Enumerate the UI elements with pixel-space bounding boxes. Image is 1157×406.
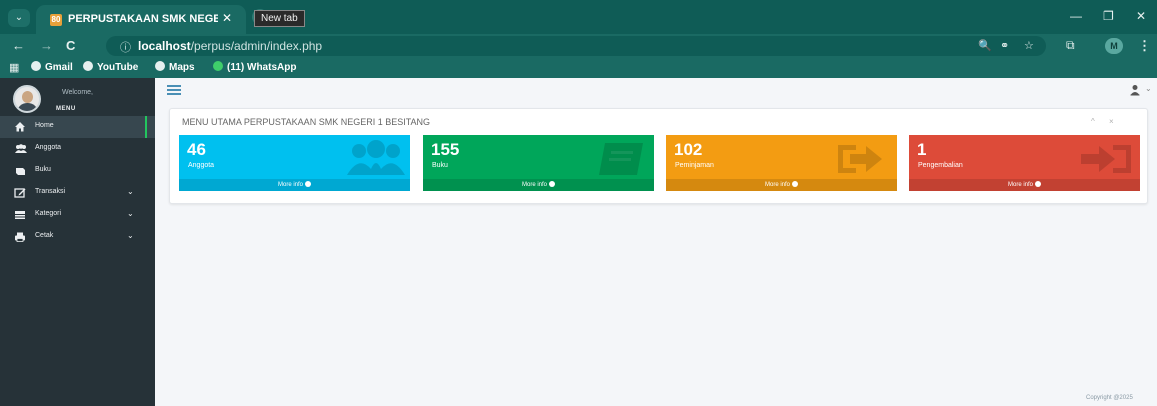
address-toolbar: ← → C ⓘ localhost/perpus/admin/index.php…	[0, 34, 1157, 58]
more-info-link[interactable]: More info	[909, 179, 1140, 191]
book-icon	[599, 143, 643, 175]
url-text[interactable]: localhost/perpus/admin/index.php	[138, 39, 322, 53]
arrow-circle-right-icon	[305, 181, 311, 187]
edit-icon	[14, 187, 26, 199]
sidebar: Welcome, MENU Home Anggota Buku Transaks…	[0, 78, 155, 406]
user-icon[interactable]	[1129, 84, 1141, 99]
sidebar-item-cetak[interactable]: Cetak ⌄	[0, 226, 155, 248]
globe-icon	[155, 61, 165, 71]
apps-grid-icon[interactable]: ▦	[9, 61, 19, 74]
stat-value: 155	[431, 140, 460, 159]
browser-tab-bar: ⌄ 80 PERPUSTAKAAN SMK NEGERI 1 ✕ New tab…	[0, 0, 1157, 34]
print-icon	[14, 231, 26, 243]
maximize-button[interactable]: ❐	[1103, 9, 1114, 23]
welcome-text: Welcome,	[62, 89, 93, 96]
avatar	[13, 85, 41, 113]
page-title: MENU UTAMA PERPUSTAKAAN SMK NEGERI 1 BES…	[182, 117, 431, 127]
reload-button[interactable]: C	[66, 38, 75, 53]
hamburger-menu-icon[interactable]	[167, 85, 181, 95]
stat-card-buku: 155 Buku More info	[423, 135, 654, 191]
bookmark-maps[interactable]: Maps	[155, 61, 195, 73]
stat-label: Pengembalian	[918, 162, 963, 169]
list-icon	[14, 209, 26, 221]
sidebar-item-home[interactable]: Home	[0, 116, 155, 138]
sidebar-item-label: Buku	[35, 166, 51, 173]
sidebar-item-anggota[interactable]: Anggota	[0, 138, 155, 160]
sidebar-item-kategori[interactable]: Kategori ⌄	[0, 204, 155, 226]
chevron-down-icon: ⌄	[127, 209, 134, 218]
sidebar-item-transaksi[interactable]: Transaksi ⌄	[0, 182, 155, 204]
browser-menu-icon[interactable]: ⋮	[1138, 38, 1151, 54]
back-button[interactable]: ←	[12, 38, 25, 53]
arrow-circle-right-icon	[1035, 181, 1041, 187]
tab-search-button[interactable]: ⌄	[8, 9, 30, 27]
zoom-icon[interactable]: 🔍	[978, 39, 992, 52]
home-icon	[14, 121, 26, 133]
sidebar-item-label: Transaksi	[35, 188, 66, 195]
tab-close-icon[interactable]: ✕	[222, 11, 232, 25]
globe-icon	[31, 61, 41, 71]
forward-button[interactable]: →	[40, 38, 53, 53]
chevron-down-icon: ⌄	[127, 231, 134, 240]
sign-in-icon	[1081, 145, 1131, 173]
stat-card-peminjaman: 102 Peminjaman More info	[666, 135, 897, 191]
menu-label: MENU	[56, 106, 76, 112]
stat-card-anggota: 46 Anggota More info	[179, 135, 410, 191]
sidebar-item-label: Cetak	[35, 232, 54, 239]
bookmark-gmail[interactable]: Gmail	[31, 61, 73, 73]
chevron-down-icon: ⌄	[127, 187, 134, 196]
stat-value: 1	[917, 140, 927, 159]
whatsapp-icon	[213, 61, 223, 71]
minimize-button[interactable]: —	[1070, 9, 1082, 23]
user-panel: Welcome, MENU	[0, 78, 155, 116]
book-icon	[14, 165, 26, 177]
bookmark-youtube[interactable]: YouTube	[83, 61, 138, 73]
bookmark-whatsapp[interactable]: (11) WhatsApp	[213, 61, 296, 73]
site-info-icon[interactable]: ⓘ	[120, 39, 131, 55]
arrow-circle-right-icon	[549, 181, 555, 187]
users-icon	[347, 140, 405, 175]
dashboard-box: MENU UTAMA PERPUSTAKAAN SMK NEGERI 1 BES…	[169, 108, 1148, 204]
tab-title: PERPUSTAKAAN SMK NEGERI 1	[68, 13, 218, 25]
stat-value: 102	[674, 140, 703, 159]
chevron-down-icon[interactable]: ⌄	[1145, 84, 1152, 93]
copyright-text: Copyright @2025	[1086, 395, 1133, 401]
new-tab-tooltip: New tab	[254, 10, 305, 27]
sidebar-item-label: Home	[35, 122, 54, 129]
bookmarks-bar: ▦ Gmail YouTube Maps (11) WhatsApp	[0, 58, 1157, 78]
users-icon	[14, 143, 27, 155]
extensions-icon[interactable]: ⧉	[1066, 38, 1075, 53]
globe-icon	[83, 61, 93, 71]
close-window-button[interactable]: ✕	[1136, 9, 1146, 23]
top-navbar: ⌄	[155, 78, 1157, 104]
stat-label: Peminjaman	[675, 162, 714, 169]
favicon-icon: 80	[50, 14, 62, 26]
stat-value: 46	[187, 140, 206, 159]
profile-avatar[interactable]: M	[1105, 38, 1123, 54]
arrow-right-icon	[838, 145, 882, 173]
url-bar[interactable]: ⓘ localhost/perpus/admin/index.php 🔍 ⚭ ☆	[106, 36, 1046, 56]
bookmark-star-icon[interactable]: ☆	[1024, 39, 1034, 52]
arrow-circle-right-icon	[792, 181, 798, 187]
more-info-link[interactable]: More info	[179, 179, 410, 191]
sidebar-item-label: Anggota	[35, 144, 62, 151]
stat-card-pengembalian: 1 Pengembalian More info	[909, 135, 1140, 191]
password-icon[interactable]: ⚭	[1000, 39, 1009, 52]
sidebar-item-buku[interactable]: Buku	[0, 160, 155, 182]
browser-tab[interactable]: 80 PERPUSTAKAAN SMK NEGERI 1 ✕	[36, 5, 246, 34]
more-info-link[interactable]: More info	[423, 179, 654, 191]
more-info-link[interactable]: More info	[666, 179, 897, 191]
sidebar-item-label: Kategori	[35, 210, 62, 217]
stat-label: Buku	[432, 162, 448, 169]
box-tools[interactable]: ^ ×	[1091, 117, 1120, 126]
stat-label: Anggota	[188, 162, 215, 169]
